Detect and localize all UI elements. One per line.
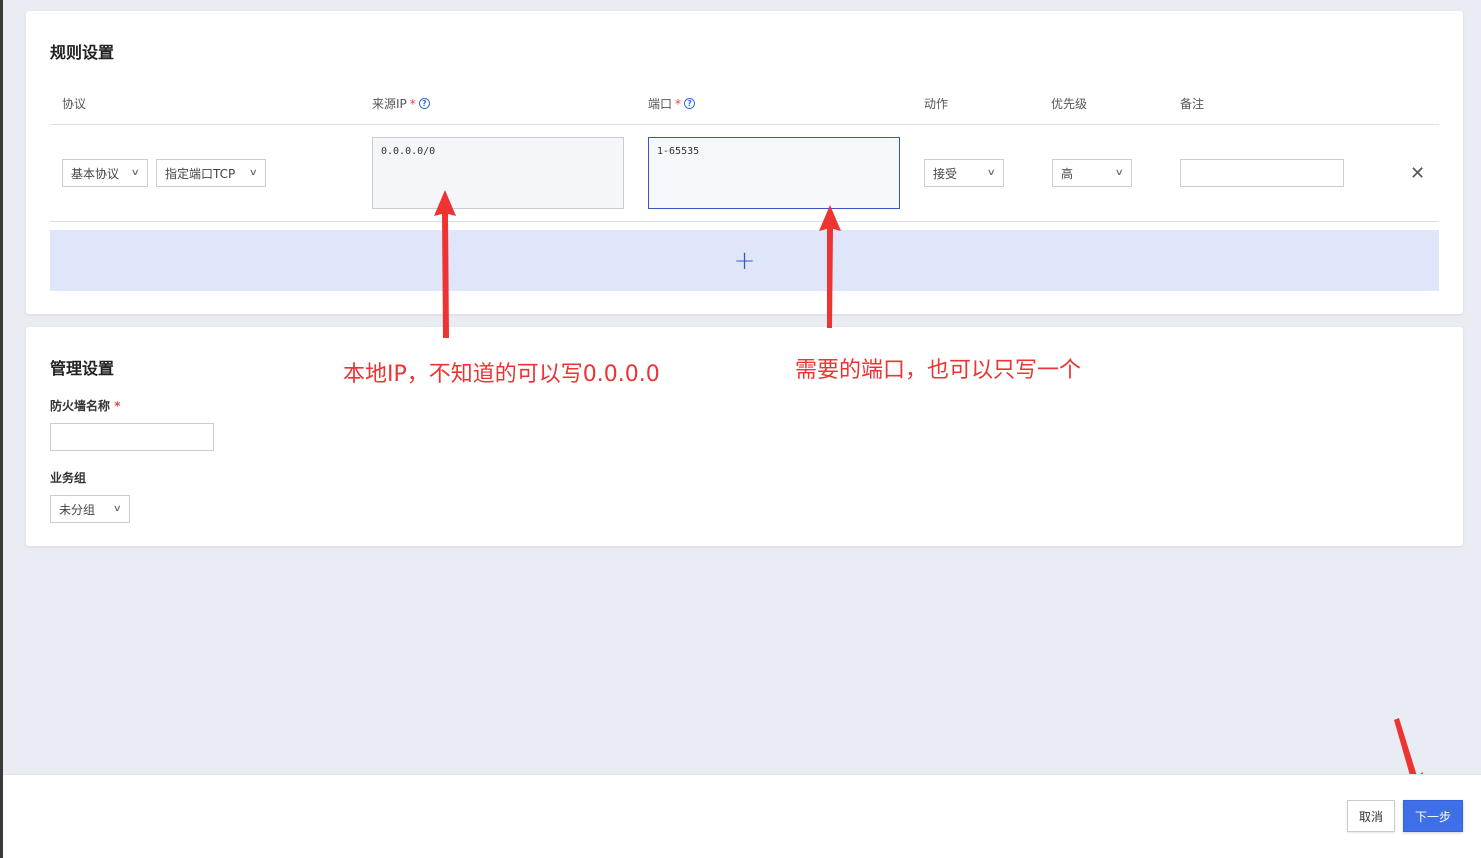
rules-settings-card: 规则设置 协议 来源IP * ? 端口 * ? 动作 优先级 备注 基本协议 ∨… <box>26 11 1463 314</box>
annotation-arrow-port <box>819 205 841 328</box>
protocol-type-select[interactable]: 基本协议 ∨ <box>62 159 148 187</box>
priority-select[interactable]: 高 ∨ <box>1052 159 1132 187</box>
table-header-divider <box>50 124 1439 125</box>
annotation-port-note: 需要的端口，也可以只写一个 <box>795 358 1082 383</box>
arrow-shape <box>819 205 841 328</box>
rules-section-title: 规则设置 <box>50 43 115 62</box>
protocol-port-select[interactable]: 指定端口TCP ∨ <box>156 159 266 187</box>
required-mark: * <box>409 96 416 111</box>
header-priority: 优先级 <box>1051 97 1088 111</box>
plus-icon: + <box>733 245 756 276</box>
cancel-button[interactable]: 取消 <box>1347 800 1395 832</box>
header-source-ip: 来源IP * ? <box>372 95 430 112</box>
delete-row-close-icon[interactable]: ✕ <box>1410 165 1425 183</box>
help-icon[interactable]: ? <box>684 98 696 109</box>
business-group-label: 业务组 <box>50 471 87 485</box>
firewall-name-label: 防火墙名称 * <box>50 399 121 413</box>
add-rule-button[interactable]: + <box>50 230 1439 291</box>
port-textarea[interactable]: 1-65535 <box>648 137 900 209</box>
window-left-edge <box>0 0 3 858</box>
required-mark: * <box>675 96 682 111</box>
management-section-title: 管理设置 <box>50 359 115 378</box>
chevron-down-icon: ∨ <box>131 168 141 178</box>
header-protocol: 协议 <box>62 97 87 111</box>
table-row-divider <box>50 221 1439 222</box>
next-step-button[interactable]: 下一步 <box>1403 800 1463 832</box>
remark-input[interactable] <box>1180 159 1344 187</box>
required-mark: * <box>114 399 121 413</box>
header-port: 端口 * ? <box>648 95 696 112</box>
firewall-name-input[interactable] <box>50 423 214 451</box>
arrow-shape <box>434 190 456 338</box>
footer-bar: 取消 下一步 <box>3 774 1481 858</box>
chevron-down-icon: ∨ <box>249 168 259 178</box>
header-remark: 备注 <box>1180 97 1205 111</box>
chevron-down-icon: ∨ <box>987 168 997 178</box>
chevron-down-icon: ∨ <box>113 504 123 514</box>
business-group-select[interactable]: 未分组 ∨ <box>50 495 130 523</box>
annotation-ip-note: 本地IP，不知道的可以写0.0.0.0 <box>343 362 660 387</box>
chevron-down-icon: ∨ <box>1115 168 1125 178</box>
action-select[interactable]: 接受 ∨ <box>924 159 1004 187</box>
management-settings-card: 管理设置 防火墙名称 * 业务组 未分组 ∨ <box>26 327 1463 546</box>
help-icon[interactable]: ? <box>418 98 430 109</box>
header-action: 动作 <box>924 97 949 111</box>
annotation-arrow-ip <box>434 190 456 338</box>
source-ip-textarea[interactable]: 0.0.0.0/0 <box>372 137 624 209</box>
